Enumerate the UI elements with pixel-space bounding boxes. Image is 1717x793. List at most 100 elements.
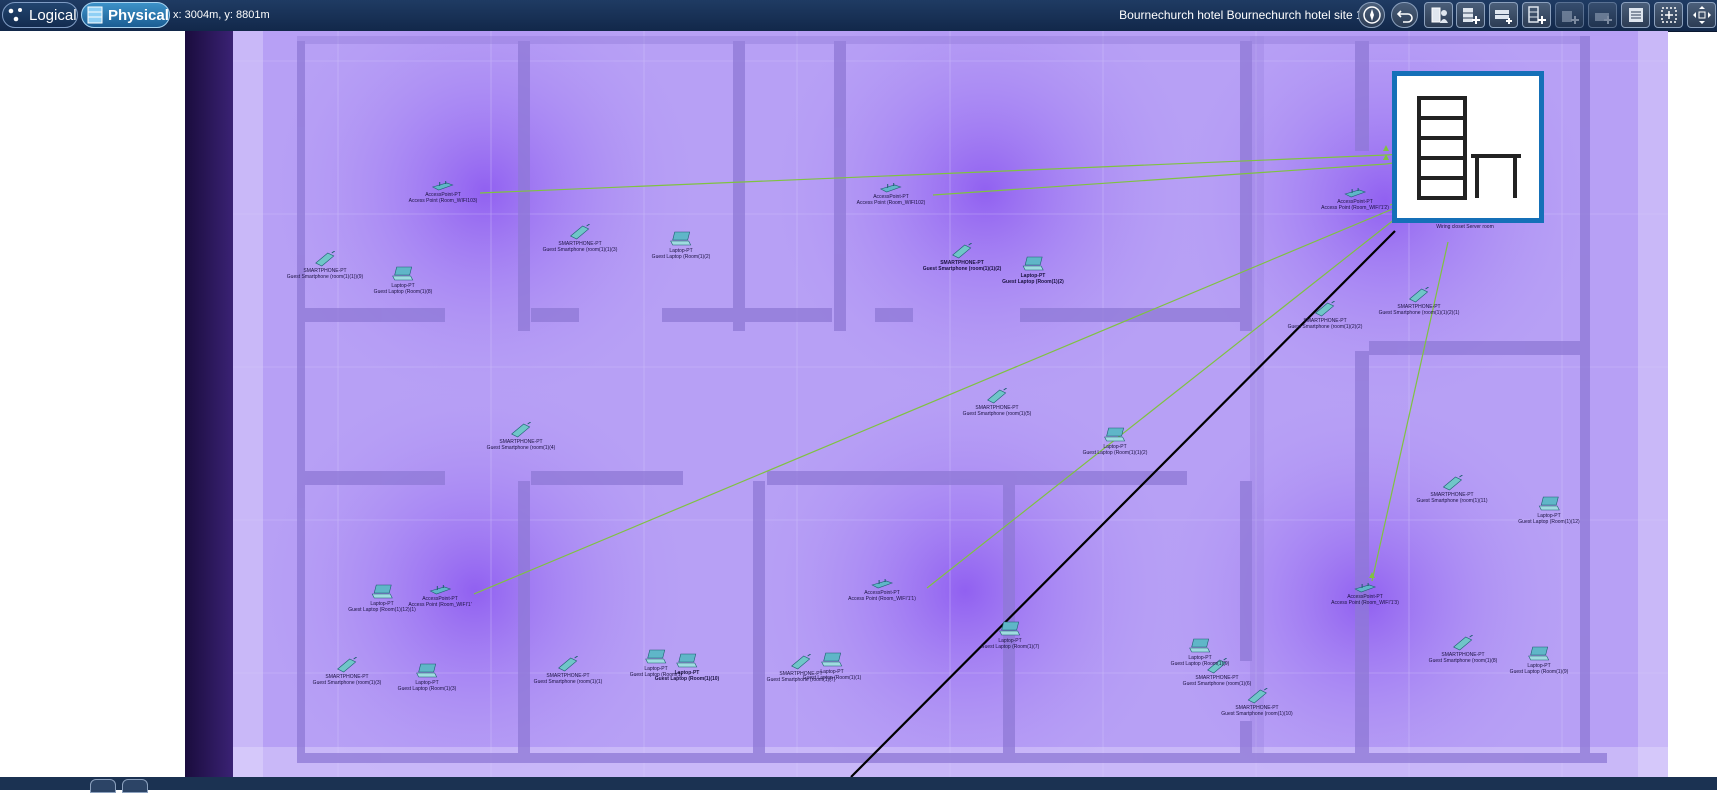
device-name: Guest Laptop (Room(1)(12): [1518, 519, 1580, 525]
smartphone-device[interactable]: SMARTPHONE-PT Guest Smartphone (room(1)(1…: [1416, 475, 1488, 504]
smartphone-icon: [987, 388, 1008, 404]
laptop-icon: [999, 621, 1021, 636]
device-name: Access Point (Room_WIFI'1'2): [1321, 205, 1389, 211]
access-point[interactable]: AccessPoint-PT Access Point (Room_WIFI'1'…: [1331, 583, 1399, 606]
new-rack-icon[interactable]: [1456, 2, 1485, 28]
logical-mode-button[interactable]: Logical: [2, 2, 78, 28]
move-object-icon[interactable]: [1424, 2, 1453, 28]
device-name: Guest Smartphone (room(1)(3): [312, 680, 382, 686]
undo-icon[interactable]: [90, 779, 116, 793]
laptop-icon: [392, 266, 414, 281]
server-room-wiring-closet[interactable]: [1392, 71, 1544, 223]
device-name: Guest Smartphone (room(1)(1)(2): [922, 266, 1002, 272]
smartphone-icon: [1442, 475, 1463, 491]
new-shelf-icon[interactable]: [1489, 2, 1518, 28]
device-name: Access Point (Room_WIFI'1': [408, 602, 472, 608]
wiring-closet-icon[interactable]: [1522, 2, 1551, 28]
device-name: Guest Smartphone (room(1)(1)(2)(1): [1378, 310, 1460, 316]
logical-topology-icon: [7, 6, 25, 24]
smartphone-device[interactable]: SMARTPHONE-PT Guest Smartphone (room(1)(1…: [534, 656, 602, 685]
access-point-icon: [880, 183, 902, 193]
device-name: Access Point (Room_WIFI'1'1): [848, 596, 916, 602]
smartphone-device[interactable]: SMARTPHONE-PT Guest Smartphone (room(1)(1…: [1378, 287, 1460, 316]
physical-label: Physical: [108, 6, 169, 24]
device-name: Guest Laptop (Room(1)(3): [397, 686, 457, 692]
device-name: Guest Laptop (Room(1)(1): [802, 675, 862, 681]
logical-label: Logical: [29, 6, 77, 24]
physical-mode-button[interactable]: Physical: [81, 2, 170, 28]
smartphone-device[interactable]: SMARTPHONE-PT Guest Smartphone (room(1)(1…: [287, 251, 363, 280]
access-point-icon: [1354, 583, 1376, 593]
smartphone-device[interactable]: SMARTPHONE-PT Guest Smartphone (room(1)(4…: [486, 422, 556, 451]
closet-list-icon[interactable]: [1621, 2, 1650, 28]
laptop-device[interactable]: Laptop-PT Guest Laptop (Room(1)(12): [1518, 496, 1580, 525]
smartphone-device[interactable]: SMARTPHONE-PT Guest Smartphone (room(1)(3…: [312, 657, 382, 686]
server-room-label: Wiring closet Server room: [1436, 224, 1494, 230]
rack-and-table-icon: [1417, 96, 1521, 200]
physical-workspace-canvas[interactable]: Wiring closet Server room AccessPoint-PT…: [185, 31, 1668, 777]
smartphone-icon: [511, 422, 532, 438]
access-point-icon: [429, 585, 451, 595]
laptop-device[interactable]: Laptop-PT Guest Laptop (Room(1)(8): [373, 266, 433, 295]
smartphone-icon: [1315, 301, 1336, 317]
site-title: Bournechurch hotel Bournechurch hotel si…: [1119, 8, 1370, 22]
device-name: Guest Smartphone (room(1)(10): [1221, 711, 1293, 717]
access-point[interactable]: AccessPoint-PT Access Point (Room_WIFI103…: [408, 181, 478, 204]
laptop-icon: [1528, 646, 1550, 661]
laptop-icon: [1022, 256, 1044, 271]
access-point-icon: [1344, 188, 1366, 198]
smartphone-device[interactable]: SMARTPHONE-PT Guest Smartphone (room(1)(8…: [1428, 635, 1498, 664]
device-name: Guest Laptop (Room(1)(2): [651, 254, 711, 260]
device-name: Guest Smartphone (room(1)(5): [962, 411, 1032, 417]
top-toolbar: Logical Physical x: 3004m, y: 8801m Bour…: [0, 0, 1717, 32]
smartphone-icon: [952, 243, 973, 259]
redo-icon[interactable]: [122, 779, 148, 793]
device-name: Access Point (Room_WIFI103): [408, 198, 478, 204]
smartphone-icon: [315, 251, 336, 267]
device-name: Guest Smartphone (room(1)(8): [1428, 658, 1498, 664]
fit-view-icon[interactable]: [1687, 2, 1716, 28]
access-point[interactable]: AccessPoint-PT Access Point (Room_WIFI'1': [408, 585, 472, 608]
city-disabled-icon[interactable]: [1588, 2, 1617, 28]
laptop-device[interactable]: Laptop-PT Guest Laptop (Room(1)(1)(2): [1082, 427, 1148, 456]
laptop-device[interactable]: Laptop-PT Guest Laptop (Room(1)(3): [397, 663, 457, 692]
smartphone-icon: [1247, 688, 1268, 704]
device-name: Guest Smartphone (room(1)(4): [486, 445, 556, 451]
device-name: Guest Laptop (Room(1)(7): [980, 644, 1040, 650]
laptop-icon: [821, 652, 843, 667]
smartphone-device[interactable]: SMARTPHONE-PT Guest Smartphone (room(1)(1…: [922, 243, 1002, 272]
back-arrow-icon[interactable]: [1391, 2, 1418, 28]
access-point[interactable]: AccessPoint-PT Access Point (Room_WIFI102…: [857, 183, 925, 206]
laptop-device[interactable]: Laptop-PT Guest Laptop (Room(1)(2): [651, 231, 711, 260]
smartphone-device[interactable]: SMARTPHONE-PT Guest Smartphone (room(1)(2…: [1288, 301, 1362, 330]
smartphone-device[interactable]: SMARTPHONE-PT Guest Smartphone (room(1)(1…: [542, 224, 618, 253]
compass-icon[interactable]: [1358, 2, 1385, 28]
smartphone-icon: [570, 224, 591, 240]
building-disabled-icon[interactable]: [1555, 2, 1584, 28]
laptop-device[interactable]: Laptop-PT Guest Laptop (Room(1)(9): [1509, 646, 1569, 675]
smartphone-icon: [337, 657, 358, 673]
laptop-icon: [371, 584, 393, 599]
device-name: Guest Smartphone (room(1)(6): [1182, 681, 1252, 687]
laptop-device[interactable]: Laptop-PT Guest Laptop (Room(1)(7): [980, 621, 1040, 650]
laptop-icon: [676, 653, 698, 668]
select-region-icon[interactable]: [1654, 2, 1683, 28]
laptop-device[interactable]: Laptop-PT Guest Laptop (Room(1)(10): [655, 653, 719, 682]
smartphone-device[interactable]: SMARTPHONE-PT Guest Smartphone (room(1)(1…: [1221, 688, 1293, 717]
laptop-device[interactable]: Laptop-PT Guest Laptop (Room(1)(1): [802, 652, 862, 681]
device-name: Guest Laptop (Room(1)(9): [1509, 669, 1569, 675]
device-name: Guest Smartphone (room(1)(1)(3): [542, 247, 618, 253]
laptop-device[interactable]: Laptop-PT Guest Laptop (Room(1)(2): [1002, 256, 1064, 285]
access-point-icon: [432, 181, 454, 191]
laptop-device[interactable]: Laptop-PT Guest Laptop (Room(1)(12)(1): [348, 584, 416, 613]
access-point-icon: [871, 579, 893, 589]
laptop-device[interactable]: Laptop-PT Guest Laptop (Room(1)(9): [1171, 638, 1229, 667]
device-name: Guest Laptop (Room(1)(8): [373, 289, 433, 295]
laptop-icon: [1104, 427, 1126, 442]
cursor-coordinates: x: 3004m, y: 8801m: [173, 9, 270, 21]
device-name: Guest Laptop (Room(1)(1)(2): [1082, 450, 1148, 456]
smartphone-device[interactable]: SMARTPHONE-PT Guest Smartphone (room(1)(5…: [962, 388, 1032, 417]
access-point[interactable]: AccessPoint-PT Access Point (Room_WIFI'1'…: [1321, 188, 1389, 211]
device-name: Guest Laptop (Room(1)(2): [1002, 279, 1064, 285]
access-point[interactable]: AccessPoint-PT Access Point (Room_WIFI'1'…: [848, 579, 916, 602]
